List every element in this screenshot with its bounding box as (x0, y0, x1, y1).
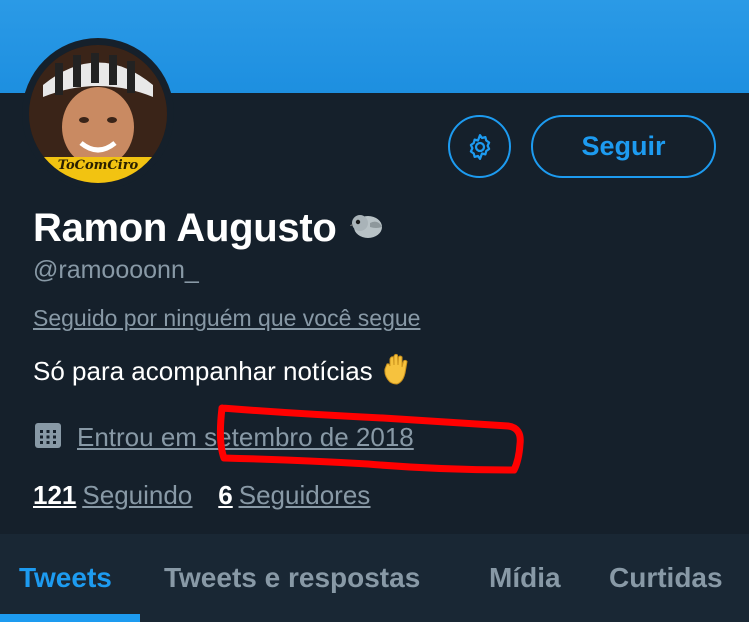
followed-by-link[interactable]: Seguido por ninguém que você segue (33, 305, 420, 332)
followers-stat[interactable]: 6 Seguidores (218, 480, 370, 511)
profile-tabs: Tweets Tweets e respostas Mídia Curtidas (0, 534, 749, 622)
name-row: Ramon Augusto (33, 206, 384, 251)
tab-media[interactable]: Mídia (489, 534, 561, 622)
following-stat[interactable]: 121 Seguindo (33, 480, 192, 511)
following-count: 121 (33, 480, 77, 510)
avatar-photo: ToComCiro (29, 45, 167, 183)
bird-icon (349, 209, 384, 248)
follow-button[interactable]: Seguir (531, 115, 716, 178)
tab-tweets-and-replies[interactable]: Tweets e respostas (164, 534, 420, 622)
joined-date: Entrou em setembro de 2018 (77, 422, 414, 452)
gear-icon (469, 133, 490, 160)
settings-button[interactable] (448, 115, 511, 178)
profile-handle: @ramoooonn_ (33, 256, 199, 284)
active-tab-indicator (0, 614, 140, 622)
profile-avatar[interactable]: ToComCiro (22, 38, 174, 190)
followers-count: 6 (218, 480, 233, 510)
stats-row: 121 Seguindo 6 Seguidores (33, 480, 396, 511)
followers-label: Seguidores (238, 480, 371, 510)
bio-row: Só para acompanhar notícias (33, 352, 413, 391)
following-label: Seguindo (82, 480, 193, 510)
display-name: Ramon Augusto (33, 206, 337, 250)
calendar-icon (33, 420, 63, 455)
raised-hand-emoji-icon (381, 352, 413, 391)
tab-tweets[interactable]: Tweets (19, 534, 112, 622)
joined-row: Entrou em setembro de 2018 (33, 420, 414, 455)
profile-bio: Só para acompanhar notícias (33, 356, 373, 386)
tab-likes[interactable]: Curtidas (609, 534, 723, 622)
avatar-caption: ToComCiro (57, 158, 139, 173)
